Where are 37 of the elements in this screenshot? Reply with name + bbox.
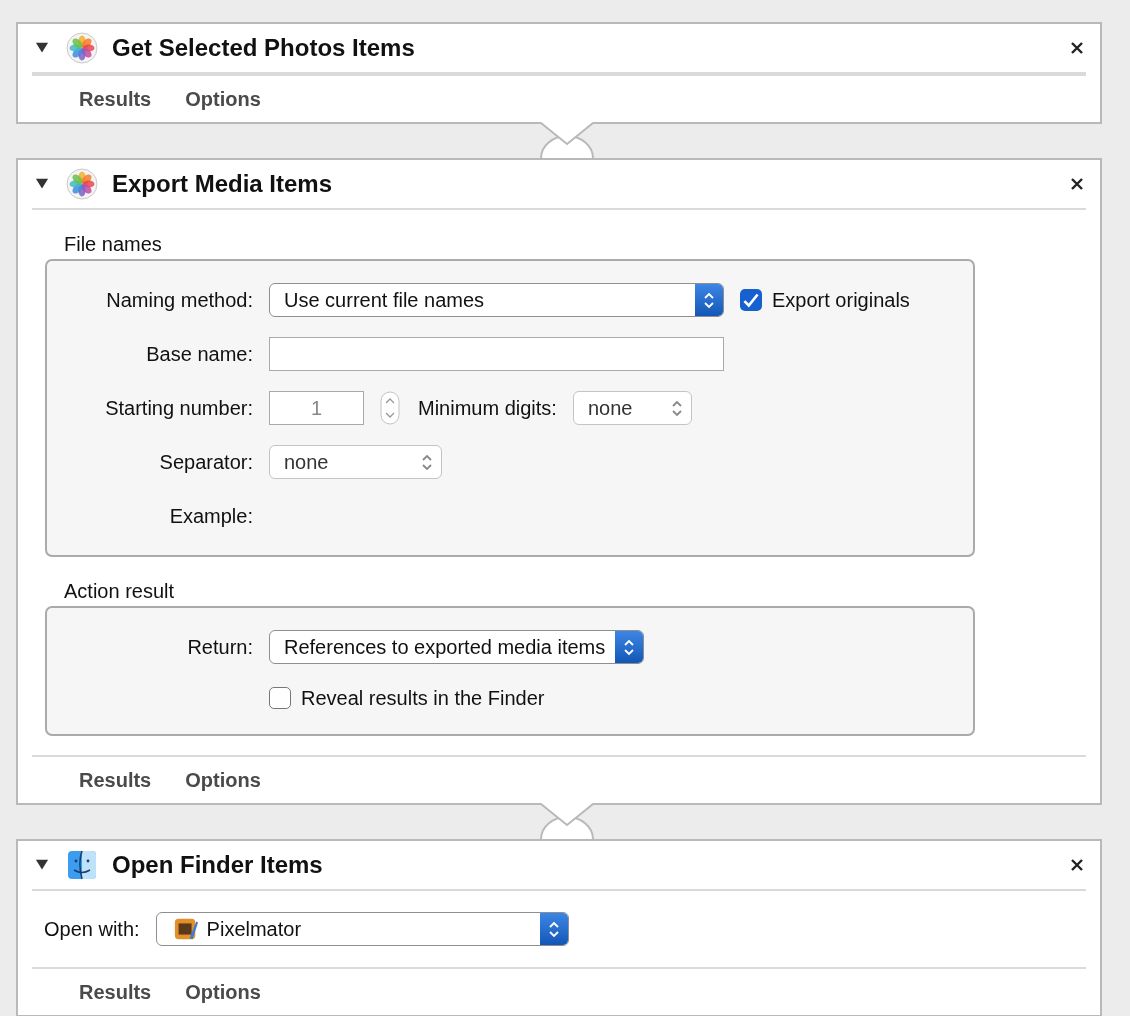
text-field[interactable] — [269, 337, 724, 371]
smiling-face-icon — [66, 849, 98, 881]
close-icon[interactable] — [1070, 858, 1084, 872]
close-icon[interactable] — [1070, 41, 1084, 55]
close-icon[interactable] — [1070, 177, 1084, 191]
field-label: Naming method: — [105, 288, 254, 313]
field-label: Example: — [168, 504, 254, 529]
field-label: Base name: — [145, 342, 254, 367]
field-label: Open with: — [44, 917, 140, 942]
footer-tab[interactable]: Options — [185, 765, 261, 795]
disclosure-triangle-icon[interactable] — [34, 177, 50, 191]
field-label: Separator: — [158, 450, 254, 475]
field-label: Minimum digits: — [418, 396, 557, 421]
checkbox[interactable] — [269, 687, 291, 709]
field-label: Return: — [186, 635, 254, 660]
checkbox-label[interactable]: Export originals — [772, 285, 910, 315]
action-title: Export Media Items — [112, 169, 333, 199]
footer-tab[interactable]: Results — [79, 765, 152, 795]
checkbox[interactable] — [740, 289, 762, 311]
group-title: Action result — [64, 579, 176, 603]
action-title: Open Finder Items — [112, 850, 323, 880]
popup-button[interactable]: References to exported media items — [269, 630, 645, 664]
field-label: Starting number: — [104, 396, 254, 421]
popup-button[interactable]: Pixelmator — [155, 912, 569, 946]
flower-icon — [66, 168, 98, 200]
footer-tab[interactable]: Options — [185, 84, 261, 114]
footer-tab[interactable]: Results — [79, 84, 152, 114]
group-title: File names — [64, 232, 163, 256]
disclosure-triangle-icon[interactable] — [34, 41, 50, 55]
footer-tab[interactable]: Results — [79, 977, 152, 1007]
app-icon — [172, 916, 199, 942]
checkbox-label[interactable]: Reveal results in the Finder — [301, 683, 545, 713]
footer-tab[interactable]: Options — [185, 977, 261, 1007]
action-title: Get Selected Photos Items — [112, 33, 415, 63]
popup-button[interactable]: Use current file names — [269, 283, 724, 317]
flower-icon — [66, 32, 98, 64]
disclosure-triangle-icon[interactable] — [34, 858, 50, 872]
